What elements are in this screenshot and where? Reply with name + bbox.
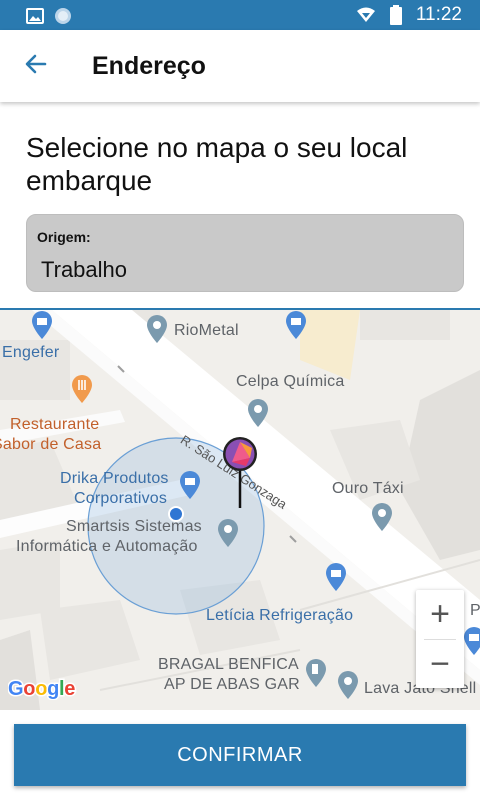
- place-label: Celpa Química: [236, 373, 345, 390]
- place-label: AP DE ABAS GAR: [164, 676, 300, 693]
- status-bar: 11:22: [0, 0, 480, 30]
- place-pin-icon[interactable]: [336, 670, 360, 700]
- bottom-bar: CONFIRMAR: [0, 710, 480, 800]
- restaurant-pin-icon[interactable]: [70, 374, 94, 404]
- place-label: Smartsis Sistemas: [66, 518, 202, 535]
- place-pin-icon[interactable]: [370, 502, 394, 532]
- zoom-controls: + −: [416, 590, 464, 688]
- instruction-text: Selecione no mapa o seu local embarque: [26, 132, 408, 196]
- shopping-pin-icon[interactable]: [284, 310, 308, 340]
- battery-icon: [389, 5, 402, 25]
- google-wordmark: Google: [7, 677, 78, 702]
- back-button[interactable]: [18, 48, 54, 84]
- origin-label: Origem:: [37, 229, 91, 245]
- place-label: Letícia Refrigeração: [206, 607, 354, 624]
- place-label: BRAGAL BENFICA: [158, 656, 299, 673]
- place-pin-icon[interactable]: [145, 314, 169, 344]
- image-icon: [26, 8, 44, 24]
- place-pin-icon[interactable]: [216, 518, 240, 548]
- place-label: Engefer: [2, 344, 60, 361]
- place-label: Restaurante: [10, 416, 100, 433]
- zoom-out-button[interactable]: −: [416, 640, 464, 688]
- location-marker-icon[interactable]: [222, 436, 262, 510]
- page-title: Endereço: [92, 52, 206, 80]
- origin-value: Trabalho: [41, 257, 128, 282]
- shopping-pin-icon[interactable]: [178, 470, 202, 500]
- confirm-button[interactable]: CONFIRMAR: [14, 724, 466, 786]
- circle-notification-icon: [54, 7, 72, 25]
- app-bar: Endereço: [0, 30, 480, 102]
- zoom-in-button[interactable]: +: [416, 590, 464, 638]
- map-base: [0, 310, 480, 710]
- wifi-icon: [356, 7, 376, 23]
- shopping-pin-icon[interactable]: [30, 310, 54, 340]
- place-pin-icon[interactable]: [246, 398, 270, 428]
- place-label: Sabor de Casa: [0, 436, 102, 453]
- place-label: Ouro Táxi: [332, 480, 404, 497]
- map-view[interactable]: Engefer RioMetal Celpa Química Restauran…: [0, 310, 480, 710]
- place-label: Posto: [470, 602, 480, 619]
- arrow-back-icon: [24, 52, 48, 81]
- google-logo: Google: [7, 676, 82, 706]
- shopping-pin-icon[interactable]: [324, 562, 348, 592]
- place-label: Corporativos: [74, 490, 168, 507]
- shopping-pin-icon[interactable]: [462, 626, 480, 656]
- origin-field[interactable]: Origem: Trabalho: [26, 214, 464, 292]
- place-label: RioMetal: [174, 322, 239, 339]
- place-label: Informática e Automação: [16, 538, 198, 555]
- gas-station-pin-icon[interactable]: [304, 658, 328, 688]
- place-label: Drika Produtos: [60, 470, 169, 487]
- clock-time: 11:22: [415, 4, 462, 25]
- svg-text:Google: Google: [8, 678, 75, 700]
